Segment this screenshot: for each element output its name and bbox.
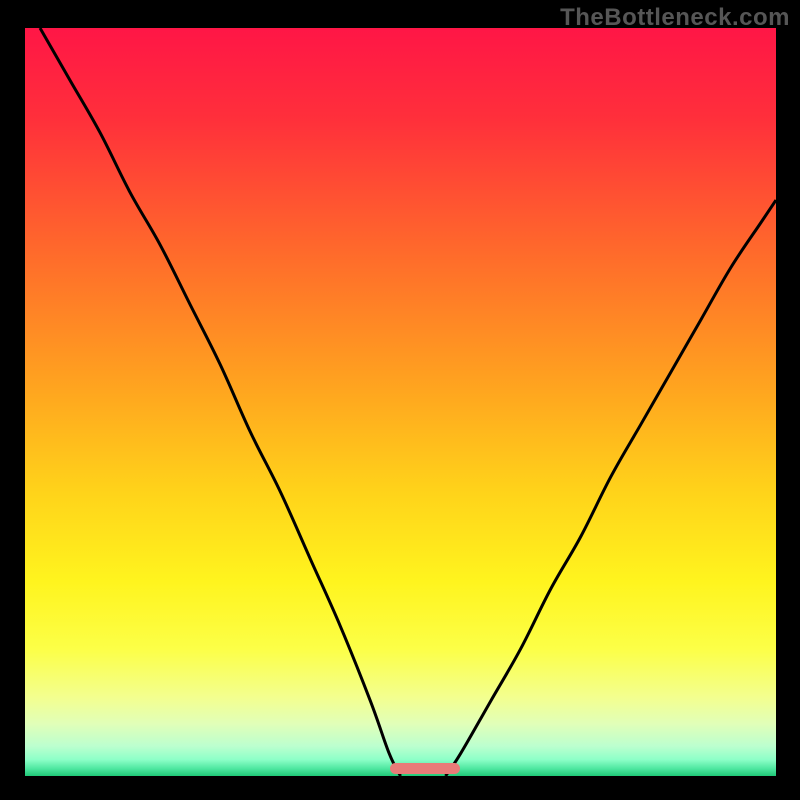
bottleneck-curve: [25, 28, 776, 776]
curve-left-branch: [40, 28, 400, 776]
chart-frame: TheBottleneck.com: [0, 0, 800, 800]
curve-right-branch: [446, 200, 776, 776]
optimal-range-marker: [390, 763, 460, 774]
plot-area: [25, 28, 776, 776]
